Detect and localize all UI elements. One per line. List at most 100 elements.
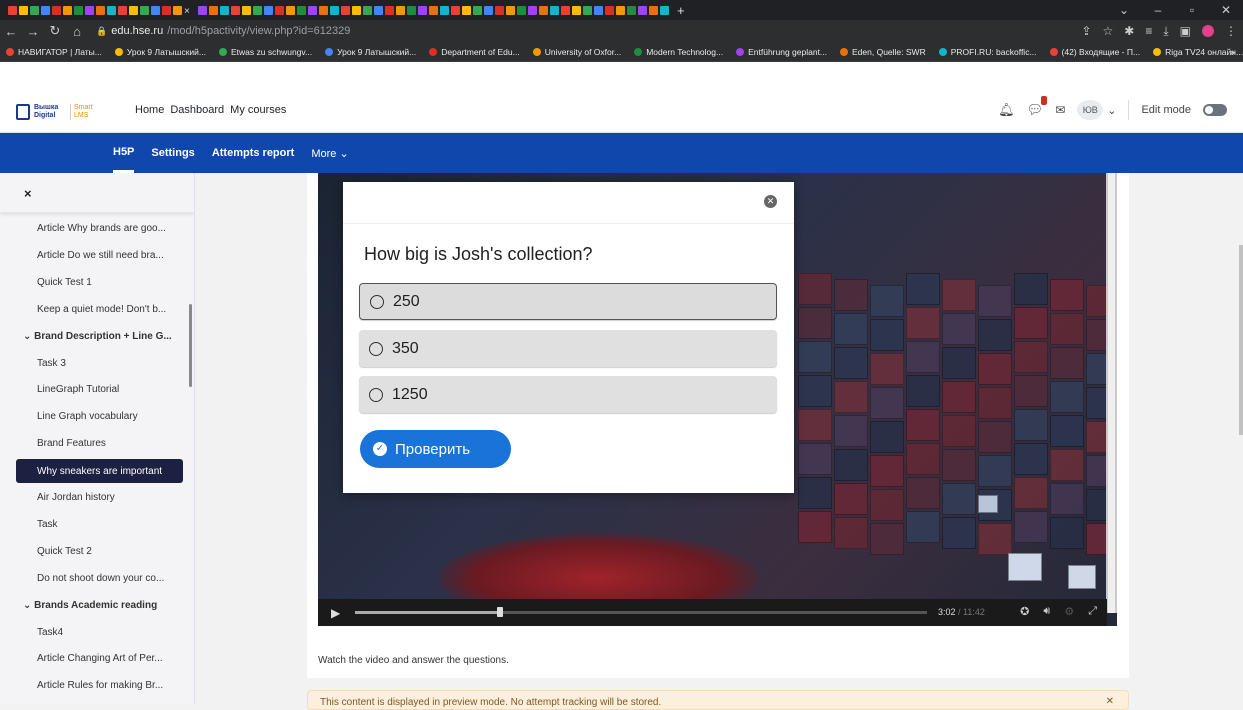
tab-favicon[interactable]: [253, 6, 262, 15]
seek-handle[interactable]: [497, 607, 503, 617]
download-icon[interactable]: ⤓: [1163, 24, 1168, 39]
tab-favicon[interactable]: [107, 6, 116, 15]
reading-list-icon[interactable]: ≡: [1145, 24, 1152, 38]
tab-favicon[interactable]: [429, 6, 438, 15]
tab-favicon[interactable]: [561, 6, 570, 15]
course-index-item-active[interactable]: Why sneakers are important: [16, 459, 183, 483]
tab-favicon[interactable]: [30, 6, 39, 15]
nav-home[interactable]: Home: [135, 104, 164, 116]
tab-favicon[interactable]: [594, 6, 603, 15]
tab-favicon[interactable]: [173, 6, 182, 15]
tab-favicon[interactable]: [275, 6, 284, 15]
answer-option-2[interactable]: 350: [359, 330, 777, 367]
reload-icon[interactable]: ↻: [44, 23, 66, 39]
tab-favicons[interactable]: ×: [0, 6, 669, 15]
check-answer-button[interactable]: ✓ Проверить: [360, 430, 511, 468]
tab-favicon[interactable]: [418, 6, 427, 15]
tab-favicon[interactable]: [396, 6, 405, 15]
tab-favicon[interactable]: [484, 6, 493, 15]
tab-favicon[interactable]: [198, 6, 207, 15]
tab-favicon[interactable]: [660, 6, 669, 15]
bookmark-item[interactable]: Урок 9 Латышский...: [115, 47, 206, 57]
tab-more[interactable]: More ⌄: [311, 133, 348, 173]
tab-favicon[interactable]: [129, 6, 138, 15]
seek-bar[interactable]: [355, 611, 927, 614]
user-avatar[interactable]: ЮВ: [1077, 100, 1103, 120]
tab-favicon[interactable]: [140, 6, 149, 15]
tab-search-icon[interactable]: ⌄: [1107, 3, 1141, 17]
close-dialog-icon[interactable]: ✕: [764, 195, 777, 208]
course-index-item[interactable]: Article Do we still need bra...: [37, 250, 189, 261]
tab-favicon[interactable]: [616, 6, 625, 15]
tab-favicon[interactable]: [352, 6, 361, 15]
tab-favicon[interactable]: [74, 6, 83, 15]
drawer-close-icon[interactable]: ×: [24, 186, 32, 201]
settings-icon[interactable]: ⚙: [1064, 605, 1074, 618]
h5p-scrollbar[interactable]: [1106, 173, 1117, 613]
course-index-section[interactable]: ⌄ Brand Description + Line G...: [23, 331, 191, 342]
tab-favicon[interactable]: [220, 6, 229, 15]
tab-favicon[interactable]: [539, 6, 548, 15]
course-index-item[interactable]: Line Graph vocabulary: [37, 411, 189, 422]
tab-favicon[interactable]: [264, 6, 273, 15]
tab-favicon[interactable]: [297, 6, 306, 15]
course-index-item[interactable]: Keep a quiet mode! Don't b...: [37, 304, 189, 315]
share-icon[interactable]: ⇪: [1081, 24, 1091, 38]
tab-favicon[interactable]: [649, 6, 658, 15]
course-index-item[interactable]: Article Rules for making Br...: [37, 680, 189, 691]
tab-favicon[interactable]: [118, 6, 127, 15]
course-index-item[interactable]: Task4: [37, 627, 189, 638]
tab-favicon[interactable]: [85, 6, 94, 15]
volume-icon[interactable]: 🔊︎: [1043, 605, 1050, 618]
tab-favicon[interactable]: [583, 6, 592, 15]
play-icon[interactable]: ▶: [331, 606, 340, 620]
sidepanel-icon[interactable]: ▣: [1180, 24, 1191, 38]
tab-favicon[interactable]: [231, 6, 240, 15]
tab-favicon[interactable]: [638, 6, 647, 15]
new-tab-button[interactable]: +: [677, 3, 685, 18]
tab-favicon[interactable]: [151, 6, 160, 15]
tab-favicon[interactable]: [462, 6, 471, 15]
tab-favicon[interactable]: [550, 6, 559, 15]
minimize-icon[interactable]: –: [1141, 3, 1175, 17]
tab-settings[interactable]: Settings: [151, 133, 194, 173]
tab-favicon[interactable]: [308, 6, 317, 15]
tab-favicon[interactable]: [572, 6, 581, 15]
tab-favicon[interactable]: [41, 6, 50, 15]
answer-option-1[interactable]: 250: [359, 283, 777, 320]
tab-favicon[interactable]: [341, 6, 350, 15]
profile-avatar[interactable]: [1202, 25, 1214, 37]
course-index-item[interactable]: Article Why brands are goo...: [37, 223, 189, 234]
tab-favicon[interactable]: [330, 6, 339, 15]
tab-favicon[interactable]: [363, 6, 372, 15]
messages-icon[interactable]: 💬︎: [1027, 102, 1044, 118]
tab-favicon[interactable]: [63, 6, 72, 15]
tab-favicon[interactable]: [528, 6, 537, 15]
course-index-item[interactable]: Air Jordan history: [37, 492, 189, 503]
bookmark-item[interactable]: PROFI.RU: backoffic...: [939, 47, 1037, 57]
bookmark-item[interactable]: Entführung geplant...: [736, 47, 827, 57]
tab-attempts-report[interactable]: Attempts report: [212, 133, 295, 173]
nav-dashboard[interactable]: Dashboard: [170, 104, 224, 116]
tab-favicon[interactable]: [242, 6, 251, 15]
bookmark-item[interactable]: Department of Edu...: [429, 47, 519, 57]
course-index-section[interactable]: ⌄ Brands Academic reading: [23, 600, 191, 611]
tab-favicon[interactable]: [605, 6, 614, 15]
user-menu-chevron-icon[interactable]: ⌄: [1107, 104, 1116, 117]
tab-favicon[interactable]: [473, 6, 482, 15]
drawer-scrollbar[interactable]: [189, 304, 192, 387]
tab-favicon[interactable]: [440, 6, 449, 15]
tab-favicon[interactable]: [319, 6, 328, 15]
course-index-item[interactable]: Brand Features: [37, 438, 189, 449]
course-index-item[interactable]: Article Changing Art of Per...: [37, 653, 189, 664]
bookmark-item[interactable]: (42) Входящие - П...: [1050, 47, 1141, 57]
maximize-icon[interactable]: ▫: [1175, 3, 1209, 17]
tab-favicon[interactable]: [8, 6, 17, 15]
chevron-down-icon[interactable]: ⌄: [23, 331, 34, 342]
chevron-down-icon[interactable]: ⌄: [23, 600, 34, 611]
tab-favicon[interactable]: [451, 6, 460, 15]
tab-favicon[interactable]: [96, 6, 105, 15]
bell-icon[interactable]: 🔔︎: [998, 102, 1015, 118]
answer-option-3[interactable]: 1250: [359, 376, 777, 413]
bookmarks-icon[interactable]: ✪: [1020, 605, 1029, 618]
